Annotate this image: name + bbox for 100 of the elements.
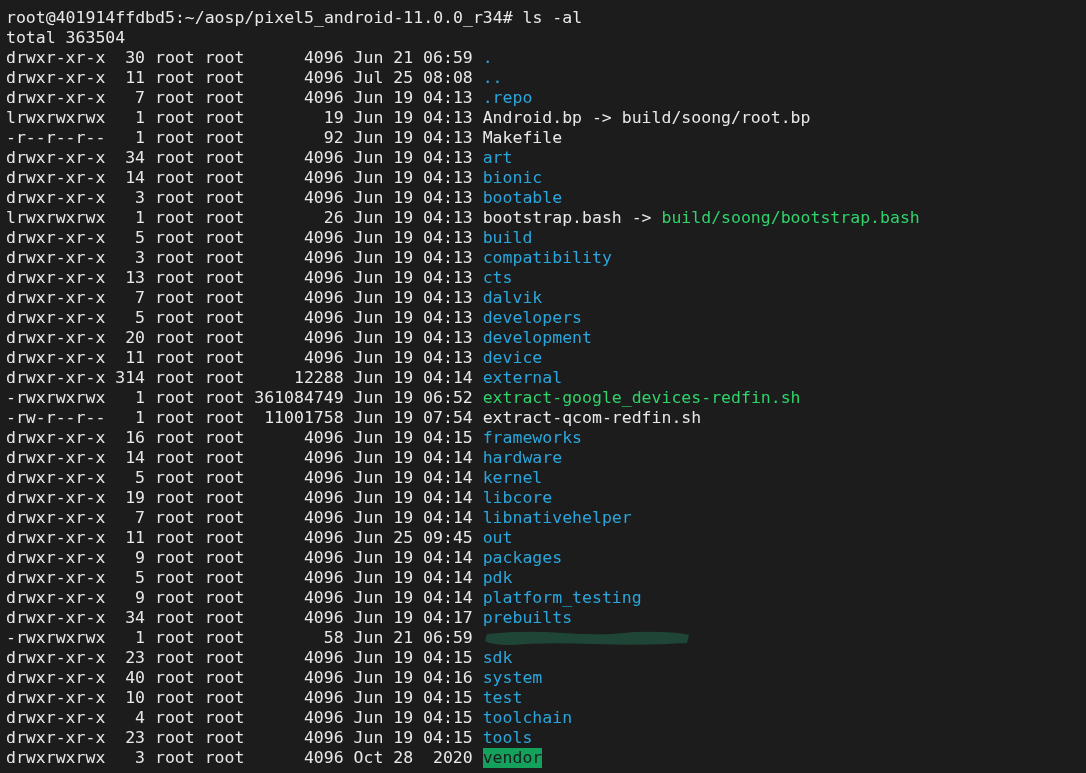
file-size: 4096 (302, 348, 344, 368)
link-count: 5 (134, 468, 146, 488)
group: root (204, 708, 245, 728)
group: root (204, 368, 245, 388)
file-size: 4096 (302, 648, 344, 668)
file-size: 361084749 (254, 388, 344, 408)
file-size: 4096 (302, 288, 344, 308)
month: Jun (353, 688, 384, 708)
file-name: cts (482, 268, 513, 288)
day: 19 (393, 588, 414, 608)
permissions: -rwxrwxrwx (6, 388, 106, 408)
month: Jun (353, 188, 384, 208)
link-count: 34 (124, 608, 146, 628)
link-count: 16 (124, 428, 146, 448)
file-size: 4096 (302, 488, 344, 508)
link-count: 3 (134, 748, 146, 768)
month: Jun (353, 708, 384, 728)
file-name: pdk (482, 568, 513, 588)
link-count: 7 (134, 508, 146, 528)
day: 21 (393, 48, 414, 68)
file-size: 4096 (302, 428, 344, 448)
time: 09:45 (423, 528, 473, 548)
file-size: 4096 (302, 308, 344, 328)
month: Jun (353, 248, 384, 268)
time: 06:59 (423, 48, 473, 68)
file-name: Android.bp (482, 108, 582, 128)
permissions: drwxr-xr-x (6, 428, 106, 448)
file-size: 4096 (302, 748, 344, 768)
time: 04:14 (423, 448, 473, 468)
owner: root (154, 528, 195, 548)
permissions: drwxrwxrwx (6, 748, 106, 768)
time: 04:13 (423, 348, 473, 368)
owner: root (154, 108, 195, 128)
owner: root (154, 548, 195, 568)
month: Jun (353, 288, 384, 308)
file-name: sdk (482, 648, 513, 668)
file-name: tools (482, 728, 533, 748)
day: 19 (393, 468, 414, 488)
link-count: 5 (134, 228, 146, 248)
owner: root (154, 428, 195, 448)
time: 2020 (432, 748, 473, 768)
file-size: 4096 (302, 248, 344, 268)
file-name: .. (482, 68, 503, 88)
time: 08:08 (423, 68, 473, 88)
month: Jun (353, 148, 384, 168)
group: root (204, 548, 245, 568)
permissions: drwxr-xr-x (6, 508, 106, 528)
time: 04:13 (423, 208, 473, 228)
permissions: drwxr-xr-x (6, 68, 106, 88)
link-arrow: -> (631, 208, 652, 228)
link-count: 30 (124, 48, 146, 68)
month: Oct (353, 748, 384, 768)
group: root (204, 408, 245, 428)
day: 19 (393, 648, 414, 668)
owner: root (154, 508, 195, 528)
permissions: drwxr-xr-x (6, 648, 106, 668)
file-name: frameworks (482, 428, 582, 448)
month: Jun (353, 348, 384, 368)
owner: root (154, 448, 195, 468)
owner: root (154, 408, 195, 428)
group: root (204, 688, 245, 708)
link-count: 7 (134, 88, 146, 108)
file-name: packages (482, 548, 563, 568)
month: Jul (353, 68, 384, 88)
permissions: drwxr-xr-x (6, 468, 106, 488)
month: Jun (353, 328, 384, 348)
link-count: 23 (124, 648, 146, 668)
permissions: drwxr-xr-x (6, 528, 106, 548)
link-count: 4 (134, 708, 146, 728)
day: 19 (393, 728, 414, 748)
file-size: 4096 (302, 468, 344, 488)
day: 19 (393, 568, 414, 588)
group: root (204, 528, 245, 548)
time: 04:13 (423, 248, 473, 268)
link-count: 7 (134, 288, 146, 308)
file-size: 4096 (302, 268, 344, 288)
total-line: total 363504 (6, 28, 126, 48)
day: 19 (393, 688, 414, 708)
file-name: hardware (482, 448, 563, 468)
permissions: drwxr-xr-x (6, 248, 106, 268)
owner: root (154, 388, 195, 408)
time: 04:13 (423, 108, 473, 128)
owner: root (154, 348, 195, 368)
day: 19 (393, 228, 414, 248)
time: 04:13 (423, 188, 473, 208)
day: 19 (393, 188, 414, 208)
permissions: lrwxrwxrwx (6, 108, 106, 128)
permissions: drwxr-xr-x (6, 88, 106, 108)
owner: root (154, 628, 195, 648)
link-count: 14 (124, 448, 146, 468)
permissions: -r--r--r-- (6, 128, 106, 148)
time: 04:13 (423, 148, 473, 168)
link-count: 11 (124, 348, 146, 368)
link-count: 14 (124, 168, 146, 188)
permissions: drwxr-xr-x (6, 708, 106, 728)
link-target: build/soong/bootstrap.bash (661, 208, 920, 228)
link-count: 1 (134, 408, 146, 428)
file-size: 4096 (302, 88, 344, 108)
group: root (204, 628, 245, 648)
group: root (204, 588, 245, 608)
